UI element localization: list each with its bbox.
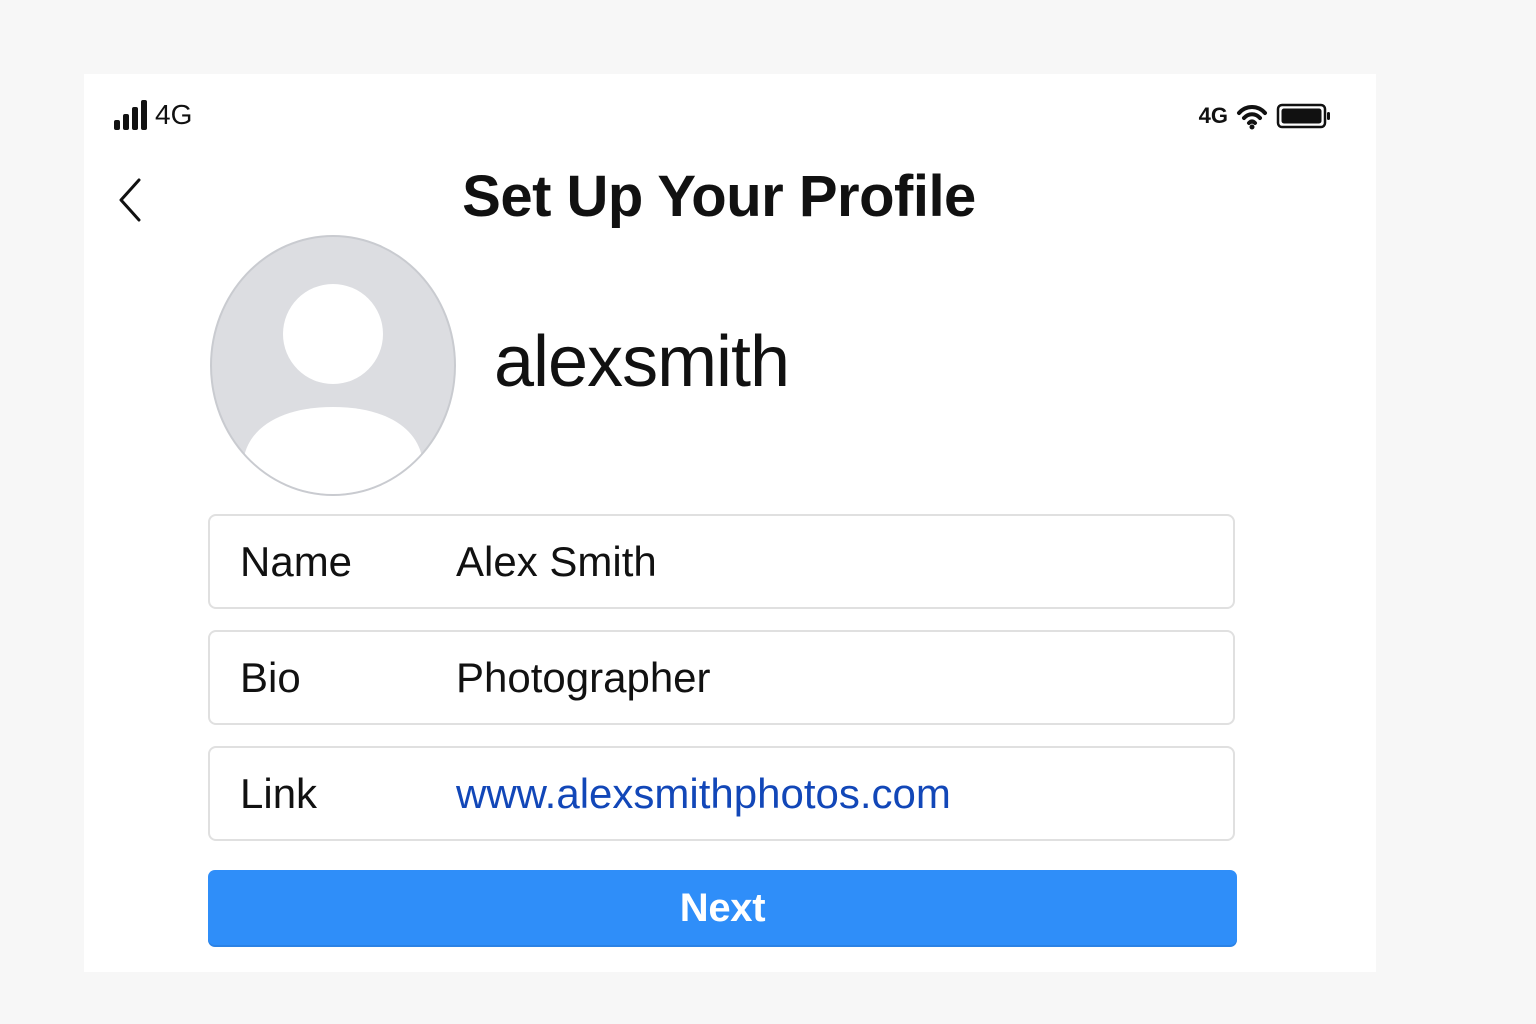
wifi-icon	[1237, 105, 1267, 130]
signal-bars-icon	[114, 100, 147, 130]
link-value[interactable]: www.alexsmithphotos.com	[456, 769, 951, 819]
name-value[interactable]: Alex Smith	[456, 537, 657, 587]
name-label: Name	[240, 537, 353, 585]
bio-label: Bio	[240, 653, 301, 701]
profile-setup-screen: 4G 4G Set Up Your Profile alexsmith Name…	[84, 74, 1376, 972]
page-title: Set Up Your Profile	[462, 164, 976, 229]
status-bar-left: 4G	[114, 100, 192, 130]
battery-icon	[1276, 103, 1330, 129]
status-bar-right: 4G	[1199, 101, 1332, 131]
link-field[interactable]: Link www.alexsmithphotos.com	[208, 746, 1235, 841]
name-field[interactable]: Name Alex Smith	[208, 514, 1235, 609]
user-placeholder-icon	[244, 284, 422, 494]
link-label: Link	[240, 769, 318, 817]
next-button[interactable]: Next	[208, 870, 1237, 947]
network-type-label: 4G	[1198, 103, 1228, 128]
username: alexsmith	[494, 322, 790, 402]
bio-value[interactable]: Photographer	[456, 653, 711, 703]
carrier-label: 4G	[155, 99, 193, 130]
bio-field[interactable]: Bio Photographer	[208, 630, 1235, 725]
profile-photo-button[interactable]	[210, 235, 456, 496]
